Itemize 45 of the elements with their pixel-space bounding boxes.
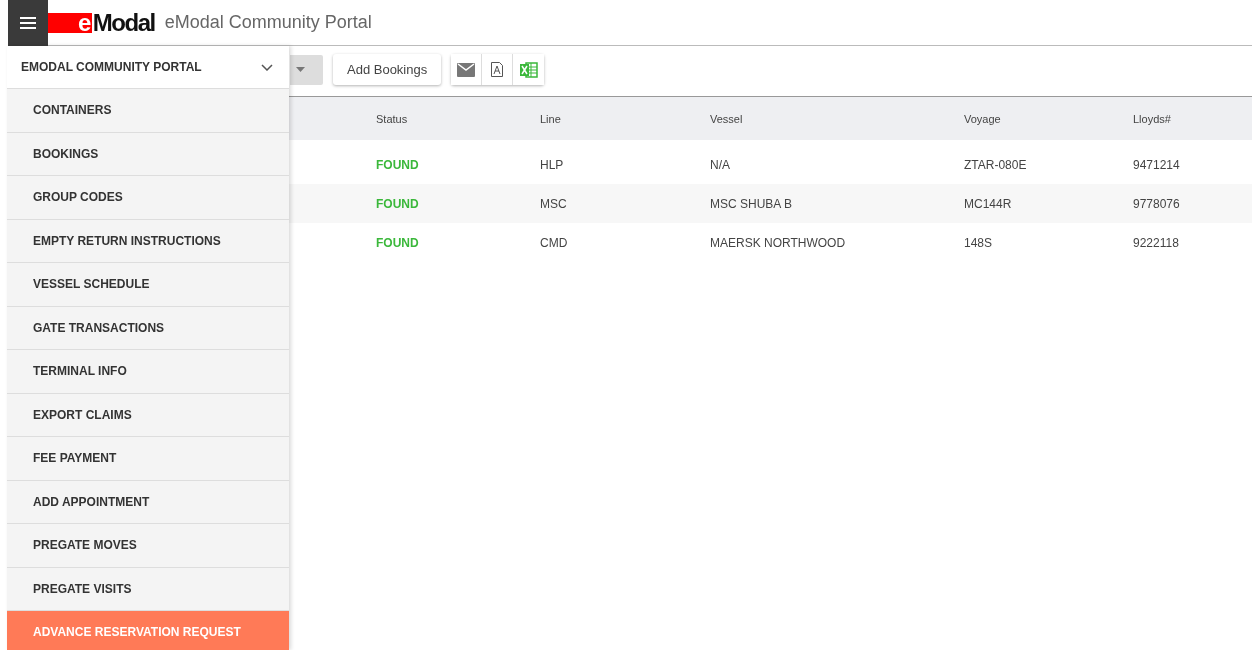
table-cell-text: MSC SHUBA B xyxy=(710,196,794,211)
sidebar-item[interactable]: GATE TRANSACTIONS xyxy=(7,306,289,350)
column-header: Vessel xyxy=(710,112,744,125)
sidebar-item[interactable]: EMPTY RETURN INSTRUCTIONS xyxy=(7,219,289,263)
table-cell-text: 9471214 xyxy=(1133,157,1181,172)
sidebar-item[interactable]: VESSEL SCHEDULE xyxy=(7,263,289,307)
logo: eModal xyxy=(48,12,155,33)
table-cell-text: 9222118 xyxy=(1133,235,1180,250)
sidebar-item[interactable]: EXPORT CLAIMS xyxy=(7,393,289,437)
status-cell-text: FOUND xyxy=(376,196,420,211)
table-cell-text: 9778076 xyxy=(1133,196,1181,211)
sidebar-item[interactable]: GROUP CODES xyxy=(7,176,289,220)
sidebar-item[interactable]: TERMINAL INFO xyxy=(7,350,289,394)
spreadsheet-icon xyxy=(519,61,538,78)
dropdown[interactable] xyxy=(290,54,323,85)
table-cell-text: N/A xyxy=(710,157,731,172)
sidebar-item[interactable]: PREGATE VISITS xyxy=(7,567,289,611)
add-bookings-button[interactable]: Add Bookings xyxy=(333,54,442,85)
sidebar-item[interactable]: CONTAINERS xyxy=(7,89,289,133)
sidebar-item[interactable]: ADD APPOINTMENT xyxy=(7,480,289,524)
menu-icon xyxy=(20,17,36,29)
table-cell-text: CMD xyxy=(540,235,569,250)
column-header: Lloyds# xyxy=(1133,112,1172,125)
table-cell-text: ZTAR-080E xyxy=(964,157,1028,172)
table-cell-text: MSC xyxy=(540,196,568,211)
status-cell-text: FOUND xyxy=(376,235,420,250)
pdf-file-icon xyxy=(491,62,504,77)
caret-icon xyxy=(296,67,305,72)
column-header: Voyage xyxy=(964,112,1002,125)
pdf-button[interactable] xyxy=(482,54,514,85)
sidebar-item[interactable]: BOOKINGS xyxy=(7,132,289,176)
table-cell-text: MAERSK NORTHWOOD xyxy=(710,235,847,250)
column-header: Line xyxy=(540,112,562,125)
sidebar-header[interactable]: EMODAL COMMUNITY PORTAL xyxy=(7,46,289,89)
sidebar-item[interactable]: FEE PAYMENT xyxy=(7,437,289,481)
status-cell-text: FOUND xyxy=(376,157,420,172)
page-title: eModal Community Portal xyxy=(164,12,372,33)
email-button[interactable] xyxy=(451,54,483,85)
sidebar-item[interactable]: PREGATE MOVES xyxy=(7,524,289,568)
table-cell-text: MC144R xyxy=(964,196,1013,211)
column-header: Status xyxy=(376,112,409,125)
table-cell-text: 148S xyxy=(964,235,994,250)
table-cell-text: HLP xyxy=(540,157,565,172)
menu-button[interactable] xyxy=(8,0,48,46)
envelope-icon xyxy=(457,62,476,77)
